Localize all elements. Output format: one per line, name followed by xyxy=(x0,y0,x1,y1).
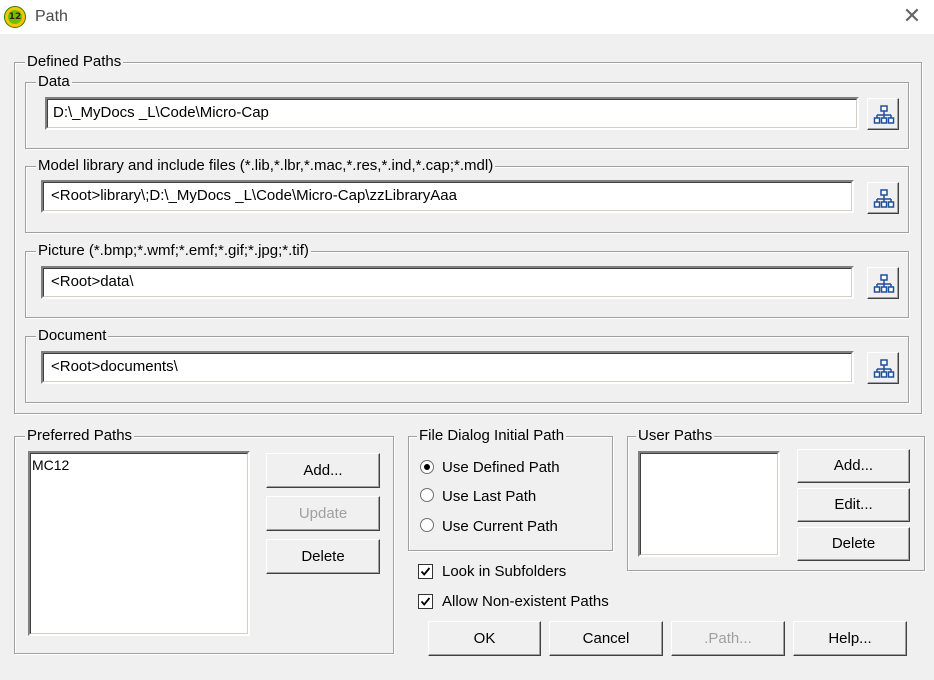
ok-button[interactable]: OK xyxy=(428,621,541,656)
picture-label: Picture (*.bmp;*.wmf;*.emf;*.gif;*.jpg;*… xyxy=(36,242,311,260)
user-edit-button[interactable]: Edit... xyxy=(797,488,910,522)
document-path-value: <Root>documents\ xyxy=(51,358,178,375)
user-paths-list[interactable] xyxy=(638,451,780,557)
user-add-button[interactable]: Add... xyxy=(797,449,910,483)
data-label: Data xyxy=(36,73,72,91)
path-label: .Path... xyxy=(704,630,752,647)
radio-use-defined-path-label: Use Defined Path xyxy=(442,459,560,476)
radio-use-last-path-label: Use Last Path xyxy=(442,488,537,505)
checkmark-icon xyxy=(420,597,431,606)
model-library-browse-button[interactable] xyxy=(867,182,899,214)
preferred-add-button[interactable]: Add... xyxy=(266,453,380,488)
document-label: Document xyxy=(36,327,109,345)
tree-browse-icon xyxy=(873,359,895,378)
user-delete-label: Delete xyxy=(831,535,876,552)
cancel-label: Cancel xyxy=(582,630,630,647)
user-delete-button[interactable]: Delete xyxy=(797,527,910,561)
document-browse-button[interactable] xyxy=(867,352,899,384)
model-library-path-value: <Root>library\;D:\_MyDocs _L\Code\Micro-… xyxy=(51,187,457,204)
title-bar: 12 Path ✕ xyxy=(0,0,934,34)
user-edit-label: Edit... xyxy=(834,496,873,513)
user-paths-label: User Paths xyxy=(636,427,715,445)
ok-label: OK xyxy=(473,630,496,647)
app-icon-text: 12 xyxy=(8,10,22,24)
preferred-delete-label: Delete xyxy=(301,548,345,565)
preferred-update-button[interactable]: Update xyxy=(266,496,380,531)
tree-browse-icon xyxy=(873,274,895,293)
picture-path-field[interactable]: <Root>data\ xyxy=(41,266,854,299)
allow-nonexistent-checkbox[interactable] xyxy=(418,594,433,609)
help-button[interactable]: Help... xyxy=(793,621,907,656)
look-in-subfolders-checkbox[interactable] xyxy=(418,564,433,579)
radio-use-current-path[interactable] xyxy=(420,518,434,532)
tree-browse-icon xyxy=(873,105,895,124)
list-item[interactable]: MC12 xyxy=(32,457,69,473)
cancel-button[interactable]: Cancel xyxy=(549,621,663,656)
preferred-delete-button[interactable]: Delete xyxy=(266,539,380,574)
close-icon[interactable]: ✕ xyxy=(899,4,925,30)
defined-paths-label: Defined Paths xyxy=(25,53,124,71)
app-icon: 12 xyxy=(4,6,26,28)
window-title: Path xyxy=(35,8,68,25)
checkmark-icon xyxy=(420,567,431,576)
preferred-update-label: Update xyxy=(298,505,348,522)
allow-nonexistent-label: Allow Non-existent Paths xyxy=(442,593,609,610)
model-library-label: Model library and include files (*.lib,*… xyxy=(36,157,496,175)
tree-browse-icon xyxy=(873,189,895,208)
radio-use-defined-path[interactable] xyxy=(420,460,434,474)
preferred-paths-list[interactable]: MC12 xyxy=(28,451,250,636)
look-in-subfolders-label: Look in Subfolders xyxy=(442,563,567,580)
data-browse-button[interactable] xyxy=(867,98,899,130)
model-library-path-field[interactable]: <Root>library\;D:\_MyDocs _L\Code\Micro-… xyxy=(41,180,854,213)
file-dialog-label: File Dialog Initial Path xyxy=(417,427,567,445)
picture-browse-button[interactable] xyxy=(867,267,899,299)
document-path-field[interactable]: <Root>documents\ xyxy=(41,351,854,384)
data-path-field[interactable]: D:\_MyDocs _L\Code\Micro-Cap xyxy=(45,97,859,130)
data-path-value: D:\_MyDocs _L\Code\Micro-Cap xyxy=(53,104,269,121)
radio-use-last-path[interactable] xyxy=(420,488,434,502)
user-add-label: Add... xyxy=(833,457,874,474)
path-button[interactable]: .Path... xyxy=(671,621,785,656)
radio-use-current-path-label: Use Current Path xyxy=(442,518,558,535)
preferred-paths-label: Preferred Paths xyxy=(25,427,135,445)
preferred-add-label: Add... xyxy=(303,462,343,479)
help-label: Help... xyxy=(828,630,872,647)
picture-path-value: <Root>data\ xyxy=(51,273,134,290)
